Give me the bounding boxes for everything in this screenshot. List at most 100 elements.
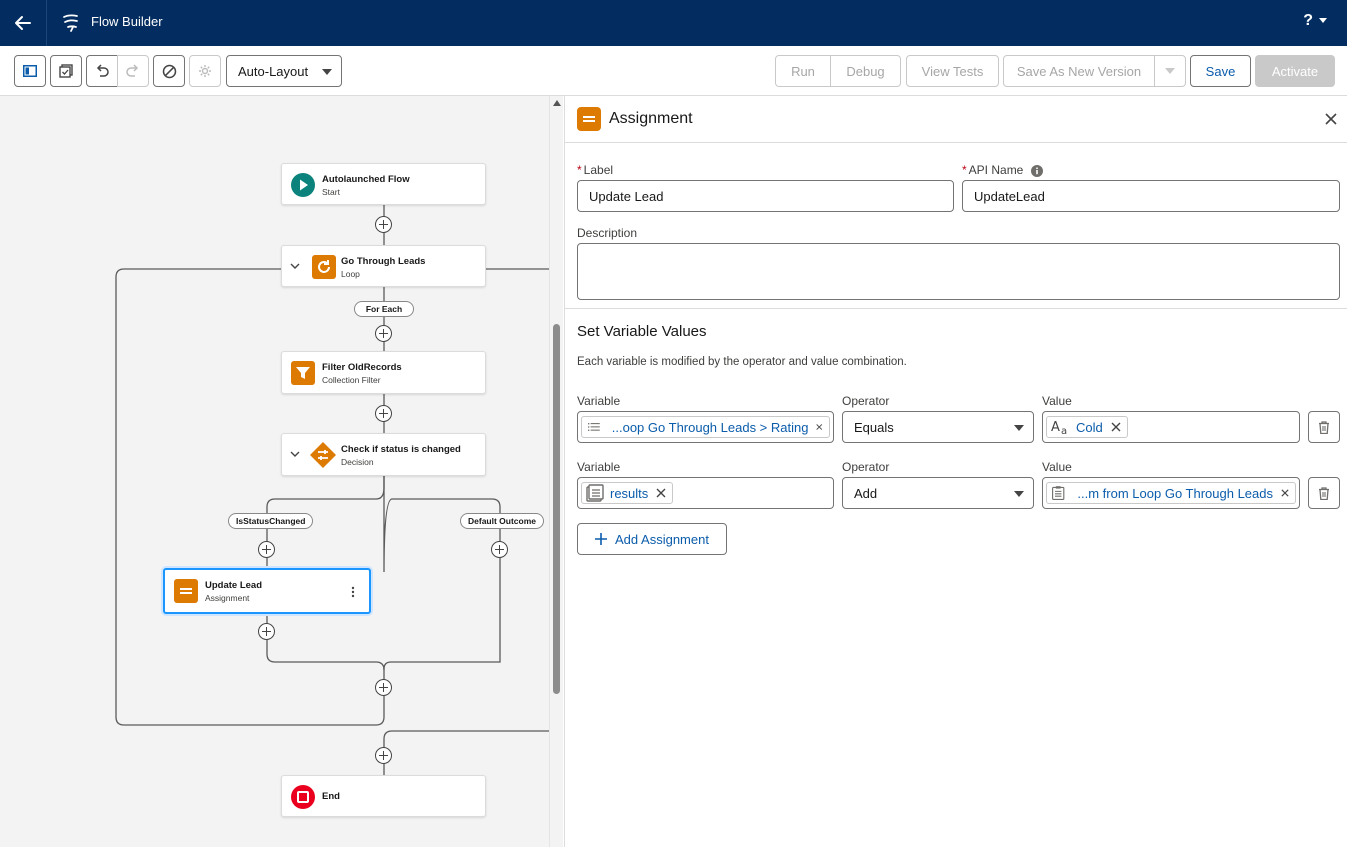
close-icon[interactable] <box>1324 112 1338 126</box>
remove-icon[interactable] <box>656 488 666 498</box>
add-element-button[interactable] <box>375 405 392 422</box>
caret-down-icon <box>322 69 332 75</box>
more-actions-icon[interactable] <box>351 586 355 598</box>
undo-icon <box>96 64 109 77</box>
scroll-up-icon[interactable] <box>553 100 561 106</box>
start-node[interactable]: Autolaunched Flow Start <box>281 163 486 205</box>
decision-node[interactable]: Check if status is changed Decision <box>281 433 486 476</box>
save-button[interactable]: Save <box>1190 55 1251 87</box>
remove-icon[interactable] <box>1111 422 1121 432</box>
operator-select[interactable]: Add <box>842 477 1034 509</box>
toggle-toolbox-button[interactable] <box>14 55 46 87</box>
scrollbar-thumb[interactable] <box>553 324 560 694</box>
add-element-button[interactable] <box>258 623 275 640</box>
assignment-icon <box>174 579 198 603</box>
description-field-label: Description <box>577 226 638 240</box>
node-title: End <box>322 791 340 802</box>
layout-mode-value: Auto-Layout <box>238 63 309 79</box>
outcome-label: IsStatusChanged <box>228 513 314 529</box>
redo-button[interactable] <box>117 55 149 87</box>
canvas-scrollbar[interactable] <box>549 96 563 847</box>
layout-mode-select[interactable]: Auto-Layout <box>226 55 342 87</box>
value-pill[interactable]: Aa Cold <box>1046 416 1128 438</box>
panel-header: Assignment <box>565 96 1347 143</box>
value-column-label: Value <box>1042 394 1072 408</box>
flow-builder-logo-icon <box>63 14 78 32</box>
node-title: Check if status is changed <box>341 444 461 455</box>
settings-button[interactable] <box>189 55 221 87</box>
delete-row-button[interactable] <box>1308 477 1340 509</box>
value-input[interactable]: Aa Cold <box>1042 411 1300 443</box>
redo-icon <box>126 64 139 77</box>
operator-select[interactable]: Equals <box>842 411 1034 443</box>
filter-node[interactable]: Filter OldRecords Collection Filter <box>281 351 486 394</box>
add-element-button[interactable] <box>375 216 392 233</box>
app-title: Flow Builder <box>91 14 163 29</box>
api-name-input[interactable]: UpdateLead <box>962 180 1340 212</box>
variable-pill[interactable]: results <box>581 482 674 504</box>
delete-row-button[interactable] <box>1308 411 1340 443</box>
add-element-button[interactable] <box>375 325 392 342</box>
description-textarea[interactable] <box>577 243 1340 300</box>
node-title: Filter OldRecords <box>322 362 402 373</box>
svg-text:a: a <box>1061 426 1067 435</box>
variable-input[interactable]: ...oop Go Through Leads > Rating <box>577 411 834 443</box>
loop-icon <box>312 255 336 279</box>
add-element-button[interactable] <box>491 541 508 558</box>
label-input[interactable]: Update Lead <box>577 180 954 212</box>
variable-pill[interactable]: ...oop Go Through Leads > Rating <box>581 416 830 438</box>
help-menu-button[interactable]: ? <box>1303 12 1327 30</box>
undo-button[interactable] <box>86 55 118 87</box>
gear-icon <box>199 65 211 77</box>
add-element-button[interactable] <box>375 747 392 764</box>
node-subtitle: Decision <box>341 457 374 467</box>
variable-input[interactable]: results <box>577 477 834 509</box>
ban-icon <box>162 64 176 78</box>
remove-icon[interactable] <box>816 422 823 432</box>
node-title: Update Lead <box>205 580 263 591</box>
value-pill[interactable]: ...m from Loop Go Through Leads <box>1046 482 1296 504</box>
run-button[interactable]: Run <box>775 55 831 87</box>
copy-button[interactable] <box>50 55 82 87</box>
node-title: Go Through Leads <box>341 256 426 267</box>
value-pill-label: Cold <box>1076 419 1103 435</box>
caret-down-icon <box>1165 68 1175 74</box>
value-input[interactable]: ...m from Loop Go Through Leads <box>1042 477 1300 509</box>
info-icon[interactable] <box>1031 164 1044 177</box>
node-subtitle: Start <box>322 187 340 197</box>
panel-left-icon <box>23 65 37 77</box>
clipboard-icon <box>59 64 73 78</box>
back-button[interactable] <box>0 0 46 46</box>
chevron-down-icon <box>290 451 300 457</box>
record-icon <box>1052 486 1065 500</box>
assignment-node[interactable]: Update Lead Assignment <box>163 568 371 614</box>
chevron-down-icon <box>1319 18 1327 23</box>
variable-column-label: Variable <box>577 460 621 474</box>
save-options-dropdown[interactable] <box>1154 55 1186 87</box>
filter-icon <box>291 361 315 385</box>
panel-title: Assignment <box>609 110 693 127</box>
trash-icon <box>1319 486 1329 500</box>
flow-canvas[interactable]: Autolaunched Flow Start Go Through Leads… <box>0 96 549 847</box>
debug-button[interactable]: Debug <box>830 55 901 87</box>
remove-icon[interactable] <box>1281 488 1289 498</box>
add-assignment-button[interactable]: Add Assignment <box>577 523 727 555</box>
text-type-icon: Aa <box>1051 420 1067 435</box>
list-icon <box>588 423 600 431</box>
activate-button[interactable]: Activate <box>1255 55 1335 87</box>
save-as-new-version-button[interactable]: Save As New Version <box>1003 55 1155 87</box>
operator-column-label: Operator <box>842 394 890 408</box>
end-node[interactable]: End <box>281 775 486 817</box>
add-element-button[interactable] <box>258 541 275 558</box>
decision-icon <box>310 442 336 468</box>
svg-text:A: A <box>1051 420 1060 435</box>
loop-node[interactable]: Go Through Leads Loop <box>281 245 486 287</box>
section-title: Set Variable Values <box>577 323 707 340</box>
add-element-button[interactable] <box>375 679 392 696</box>
trash-icon <box>1319 420 1329 434</box>
stop-icon <box>291 785 315 809</box>
assignment-icon <box>577 107 601 131</box>
help-label: ? <box>1303 12 1313 29</box>
view-tests-button[interactable]: View Tests <box>906 55 999 87</box>
errors-button[interactable] <box>153 55 185 87</box>
